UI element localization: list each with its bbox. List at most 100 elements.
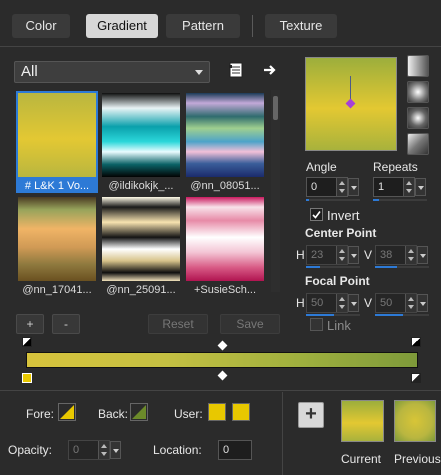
remove-gradient-button[interactable]: - [52,314,80,334]
opacity-stepper[interactable] [98,441,109,459]
category-value: All [21,63,38,80]
opacity-input[interactable]: 0 [68,440,121,460]
center-h-dropdown[interactable] [348,246,359,264]
file-menu-icon[interactable] [228,62,244,78]
angle-value: 0 [311,181,318,193]
invert-label: Invert [327,208,360,223]
ellipse-style-icon[interactable] [407,107,429,129]
gradient-bar[interactable] [26,352,418,368]
center-h-stepper[interactable] [336,246,347,264]
center-point-label: Center Point [305,226,377,240]
angle-stepper[interactable] [336,178,347,196]
add-to-swatches-button[interactable]: + [298,402,324,428]
color-midpoint[interactable] [217,370,228,381]
tab-texture[interactable]: Texture [265,14,337,38]
radial-style-icon[interactable] [407,81,429,103]
gradient-thumb-label: +SusieSch... [193,284,257,296]
focal-h-slider[interactable] [306,314,360,316]
invert-checkbox[interactable] [310,208,323,221]
user-label: User: [174,407,203,421]
previous-gradient-swatch[interactable] [394,400,436,442]
repeats-value: 1 [378,181,385,193]
tabs-divider [0,46,441,47]
add-gradient-button[interactable]: + [16,314,44,334]
repeats-input[interactable]: 1 [373,177,426,197]
center-h-value: 23 [311,249,324,261]
current-label: Current [341,452,382,466]
gradient-thumb-4[interactable] [18,197,96,281]
focal-v-slider[interactable] [375,314,429,316]
angle-label: Angle [306,160,337,174]
center-h-slider[interactable] [306,266,360,268]
gradient-thumb-label: @nn_25091... [106,284,176,296]
fore-swatch[interactable] [58,403,76,421]
arrow-right-icon[interactable] [262,62,278,78]
gradient-thumb-1[interactable] [16,91,98,179]
focal-h-dropdown[interactable] [348,294,359,312]
tab-gradient[interactable]: Gradient [86,14,158,38]
center-v-stepper[interactable] [405,246,416,264]
tab-separator [252,15,253,37]
scrollbar-thumb[interactable] [273,96,278,120]
rectangular-style-icon[interactable] [407,133,429,155]
gradient-thumb-6[interactable] [186,197,264,281]
focal-h-input[interactable]: 50 [306,293,359,313]
link-label: Link [327,318,351,333]
current-gradient-swatch[interactable] [341,400,384,442]
location-label: Location: [153,443,202,457]
center-v-dropdown[interactable] [417,246,428,264]
repeats-dropdown[interactable] [415,178,426,196]
opacity-stop-right[interactable] [411,337,421,347]
tab-pattern[interactable]: Pattern [166,14,240,38]
center-h-input[interactable]: 23 [306,245,359,265]
chevron-down-icon [195,70,203,75]
gradient-thumb-label: @nn_17041... [22,284,92,296]
opacity-label: Opacity: [8,443,53,457]
fore-label: Fore: [26,407,55,421]
reset-button[interactable]: Reset [148,314,208,334]
center-v-value: 38 [380,249,393,261]
linear-style-icon[interactable] [407,55,429,77]
gradient-thumb-5[interactable] [102,197,180,281]
bottom-vertical-divider [282,392,283,475]
thumbnails-scrollbar[interactable] [271,90,280,292]
color-stop-left[interactable] [22,373,32,383]
link-checkbox[interactable] [310,318,323,331]
gradient-preview[interactable] [305,57,397,151]
focal-v-input[interactable]: 50 [375,293,428,313]
gradient-thumb-3[interactable] [186,93,264,177]
focal-v-value: 50 [380,297,393,309]
category-dropdown[interactable]: All [14,61,210,83]
tab-color[interactable]: Color [12,14,70,38]
repeats-slider[interactable] [373,199,427,201]
opacity-dropdown[interactable] [110,441,121,459]
center-v-label: V [364,248,373,262]
gradient-thumb-label: @nn_08051... [190,180,260,192]
center-v-input[interactable]: 38 [375,245,428,265]
user-swatch-2[interactable] [232,403,250,421]
section-divider [0,390,441,391]
gradient-thumb-label: # L&K 1 Vo... [16,179,98,193]
preview-center-marker[interactable] [345,98,356,109]
repeats-label: Repeats [373,160,418,174]
previous-label: Previous [394,452,441,466]
focal-v-stepper[interactable] [405,294,416,312]
focal-h-label: H [296,296,305,310]
save-button[interactable]: Save [220,314,280,334]
angle-slider[interactable] [306,199,360,201]
angle-dropdown[interactable] [348,178,359,196]
location-input[interactable]: 0 [218,440,252,460]
focal-v-dropdown[interactable] [417,294,428,312]
focal-h-value: 50 [311,297,324,309]
gradient-thumb-2[interactable] [102,93,180,177]
angle-input[interactable]: 0 [306,177,359,197]
opacity-stop-left[interactable] [22,337,32,347]
opacity-midpoint[interactable] [217,340,228,351]
repeats-stepper[interactable] [403,178,414,196]
plus-icon: + [305,403,317,425]
color-stop-right[interactable] [411,373,421,383]
user-swatch-1[interactable] [208,403,226,421]
back-swatch[interactable] [130,403,148,421]
focal-h-stepper[interactable] [336,294,347,312]
center-v-slider[interactable] [375,266,429,268]
